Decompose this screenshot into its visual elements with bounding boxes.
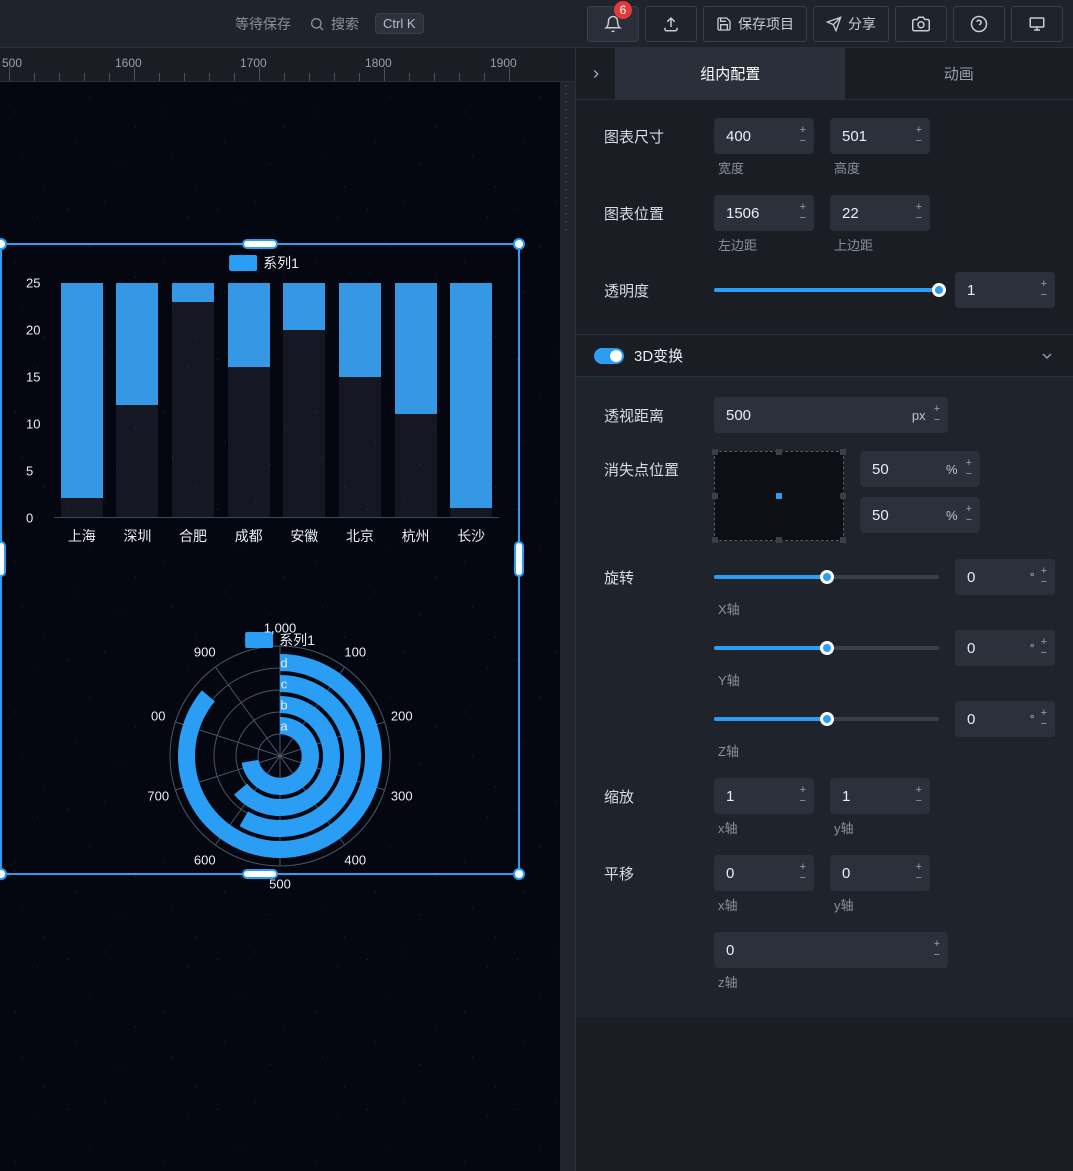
scale-x-sublabel: x轴 [718,818,814,837]
help-button[interactable] [953,6,1005,42]
rotate-y-sublabel: Y轴 [718,673,740,688]
ruler-mark: 1800 [365,56,392,70]
translate-x-sublabel: x轴 [718,895,814,914]
stepper-down[interactable]: − [916,137,922,146]
rotate-z-input[interactable]: 0°+− [955,701,1055,737]
resize-edge[interactable] [242,869,278,879]
search-kbd: Ctrl K [375,13,424,34]
scale-y-input[interactable]: 1+− [830,778,930,814]
rotate-x-slider[interactable] [714,559,939,595]
panel-tabs: 组内配置 动画 [576,48,1073,100]
save-status: 等待保存 [235,14,291,34]
resize-handle[interactable] [0,238,7,250]
translate-z-sublabel: z轴 [718,972,948,991]
transform3d-label: 3D变换 [634,345,1039,366]
upload-button[interactable] [645,6,697,42]
rotate-z-sublabel: Z轴 [718,744,739,759]
rotate-y-input[interactable]: 0°+− [955,630,1055,666]
scale-y-sublabel: y轴 [834,818,930,837]
resize-handle[interactable] [513,868,525,880]
help-icon [970,15,988,33]
opacity-slider[interactable] [714,272,939,308]
ruler-mark: 500 [2,56,22,70]
rotate-y-slider[interactable] [714,630,939,666]
vanishing-point-label: 消失点位置 [604,451,714,480]
tab-config[interactable]: 组内配置 [616,48,845,99]
top-sublabel: 上边距 [834,235,930,254]
camera-icon [912,15,930,33]
chevron-down-icon [1039,348,1055,364]
collapse-panel-button[interactable] [576,48,616,99]
scale-label: 缩放 [604,778,714,807]
horizontal-ruler: 500 1600 1700 1800 1900 [0,48,575,82]
top-input[interactable]: 22+− [830,195,930,231]
search-placeholder: 搜索 [331,14,359,34]
opacity-input[interactable]: 1+− [955,272,1055,308]
save-icon [716,16,732,32]
present-button[interactable] [1011,6,1063,42]
stepper-up[interactable]: + [916,126,922,135]
translate-x-input[interactable]: 0+− [714,855,814,891]
rotate-z-slider[interactable] [714,701,939,737]
search-icon [309,16,325,32]
width-input[interactable]: 400+− [714,118,814,154]
left-input[interactable]: 1506+− [714,195,814,231]
send-icon [826,16,842,32]
save-project-label: 保存项目 [738,14,794,34]
presentation-icon [1028,15,1046,33]
resize-handle[interactable] [513,238,525,250]
rotate-label: 旋转 [604,559,714,588]
top-toolbar: 等待保存 搜索 Ctrl K 6 保存项目 分享 [0,0,1073,48]
right-panel: 组内配置 动画 图表尺寸 400+− 宽度 501+− 高度 图表位置 [575,48,1073,1171]
upload-icon [662,15,680,33]
height-input[interactable]: 501+− [830,118,930,154]
chart-position-label: 图表位置 [604,195,714,224]
ruler-mark: 1900 [490,56,517,70]
stepper-down[interactable]: − [800,137,806,146]
translate-z-input[interactable]: 0+− [714,932,948,968]
transform3d-toggle[interactable] [594,348,624,364]
notifications-button[interactable]: 6 [587,6,639,42]
scale-x-input[interactable]: 1+− [714,778,814,814]
rotate-x-input[interactable]: 0°+− [955,559,1055,595]
search-box[interactable]: 搜索 Ctrl K [309,13,424,34]
left-sublabel: 左边距 [718,235,814,254]
rotate-x-sublabel: X轴 [718,602,740,617]
opacity-label: 透明度 [604,272,714,301]
vanish-y-input[interactable]: 50%+− [860,497,980,533]
vanishing-point-picker[interactable] [714,451,844,541]
canvas-area[interactable]: 500 1600 1700 1800 1900 系列1 25 20 15 [0,48,575,1171]
chart-size-label: 图表尺寸 [604,118,714,147]
ruler-mark: 1700 [240,56,267,70]
stepper-up[interactable]: + [800,126,806,135]
resize-edge[interactable] [0,541,6,577]
height-sublabel: 高度 [834,158,930,177]
width-sublabel: 宽度 [718,158,814,177]
screenshot-button[interactable] [895,6,947,42]
tab-animation[interactable]: 动画 [845,48,1073,99]
notif-badge: 6 [614,1,632,19]
perspective-label: 透视距离 [604,397,714,426]
vanish-x-input[interactable]: 50%+− [860,451,980,487]
selection-frame[interactable] [0,243,520,875]
save-project-button[interactable]: 保存项目 [703,6,807,42]
translate-y-input[interactable]: 0+− [830,855,930,891]
transform3d-row[interactable]: 3D变换 [576,334,1073,377]
chevron-right-icon [589,67,603,81]
resize-edge[interactable] [242,239,278,249]
share-label: 分享 [848,14,876,34]
share-button[interactable]: 分享 [813,6,889,42]
perspective-input[interactable]: 500px+− [714,397,948,433]
ruler-mark: 1600 [115,56,142,70]
translate-label: 平移 [604,855,714,884]
translate-y-sublabel: y轴 [834,895,930,914]
resize-edge[interactable] [514,541,524,577]
